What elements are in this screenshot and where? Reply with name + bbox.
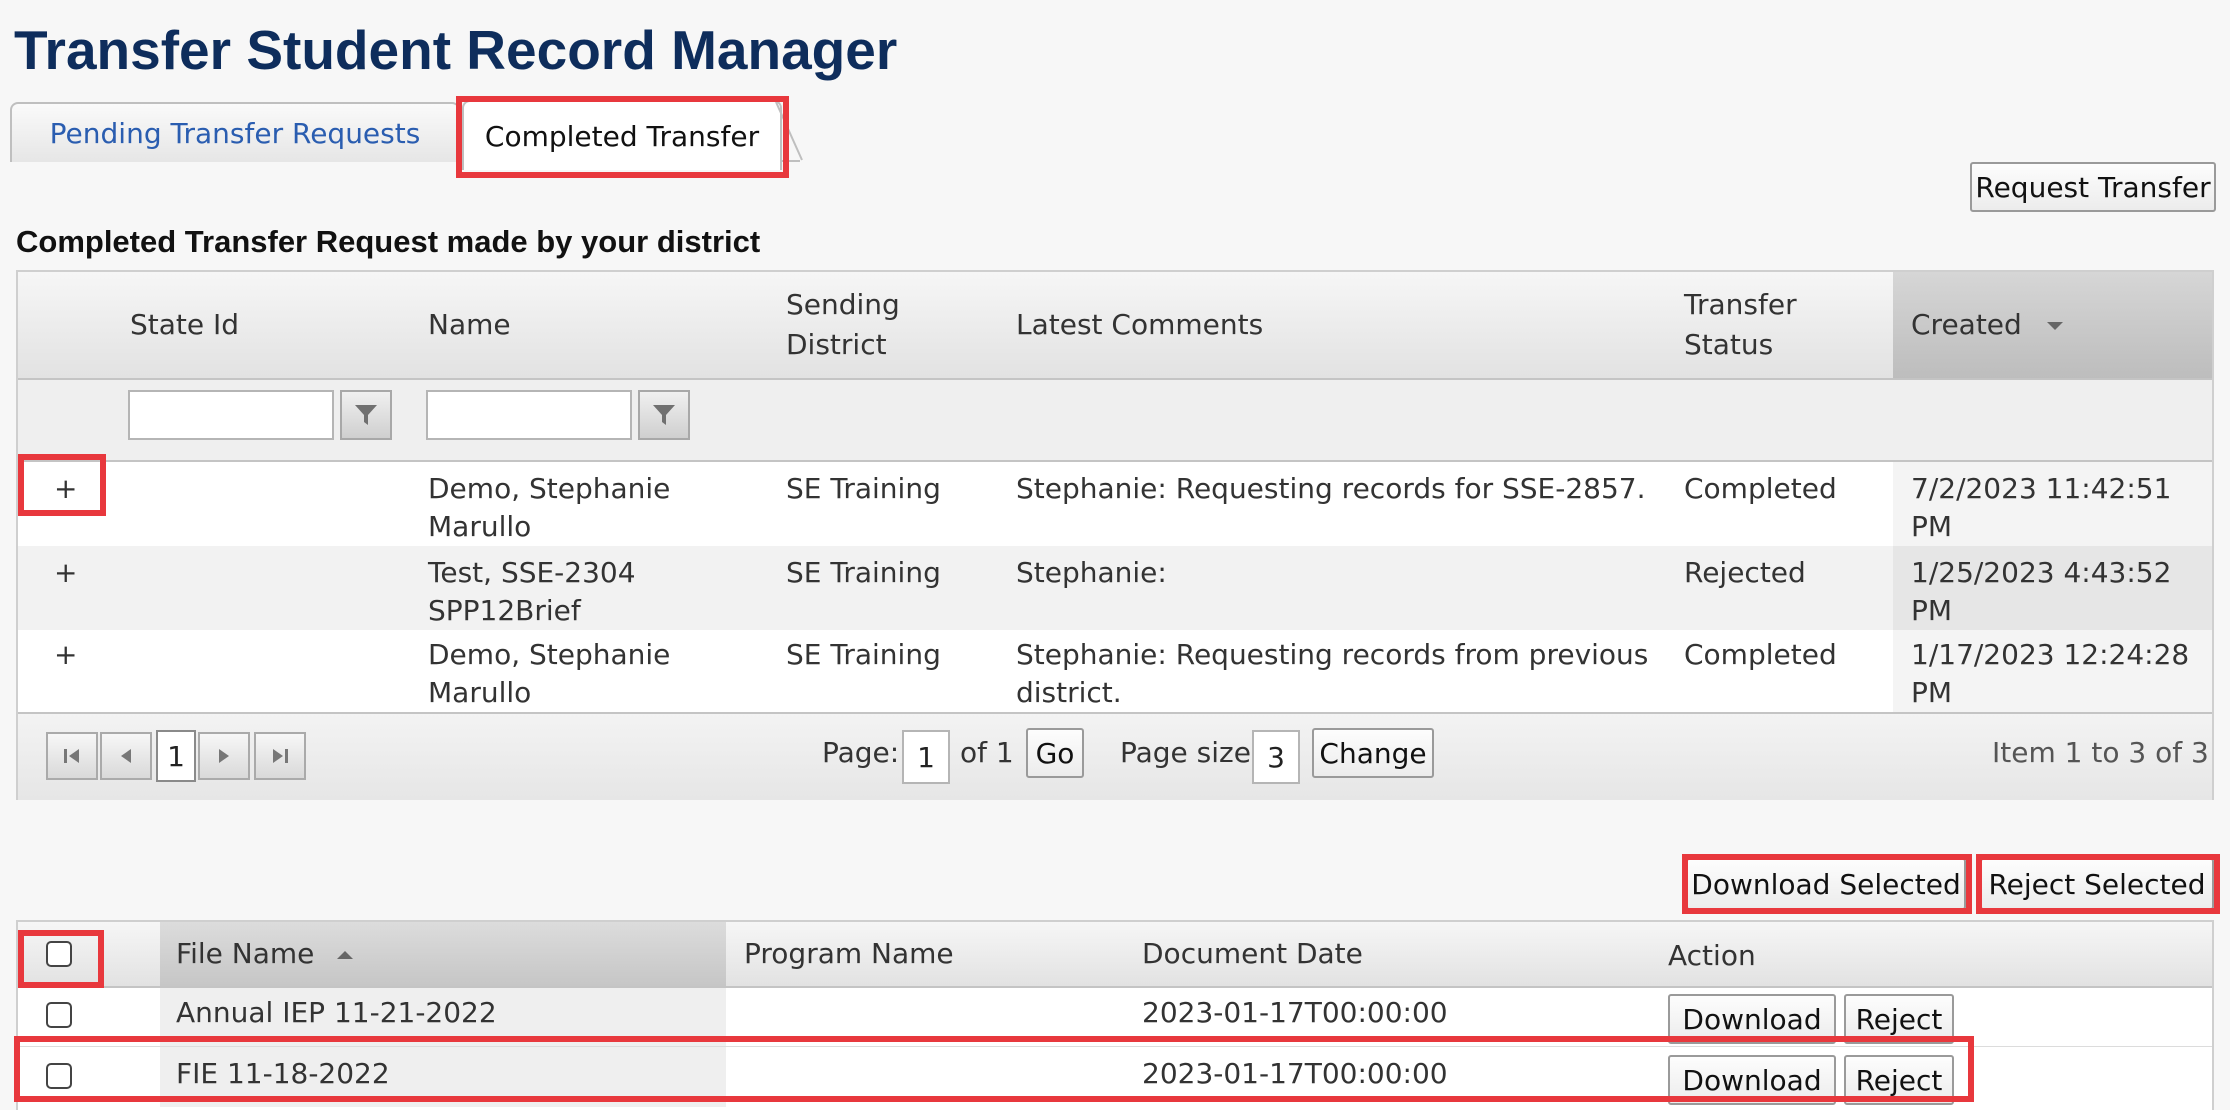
table-row[interactable]: + Test, SSE-2304 SPP12Brief SE Training … xyxy=(18,546,2212,630)
page-size-label: Page size: xyxy=(1120,736,1261,769)
grid-pager: 1 Page: 1 of 1 Go Page size: 3 Change It… xyxy=(18,712,2212,800)
row-created-line1: 1/25/2023 4:43:52 PM xyxy=(1911,556,2172,627)
col-header-action: Action xyxy=(1668,939,1756,972)
row-comment-line1: Stephanie: xyxy=(1016,556,1167,589)
tab-corner-decoration xyxy=(775,101,803,161)
row-file-name: FIE 11-18-2022 xyxy=(176,1057,390,1090)
download-button[interactable]: Download xyxy=(1668,994,1836,1044)
row-comment: Stephanie: Requesting records from previ… xyxy=(1016,636,1648,712)
row-created: 1/17/2023 12:24:28 PM xyxy=(1911,636,2189,712)
row-select-checkbox[interactable] xyxy=(46,1002,72,1028)
row-file-name: Annual IEP 11-21-2022 xyxy=(176,996,497,1029)
row-comment-line1: Stephanie: Requesting records for SSE-28… xyxy=(1016,472,1646,505)
row-created: 1/25/2023 4:43:52 PM xyxy=(1911,554,2212,630)
name-filter-input[interactable] xyxy=(426,390,632,440)
filter-icon[interactable] xyxy=(340,390,392,440)
request-transfer-button[interactable]: Request Transfer xyxy=(1970,162,2216,212)
row-status: Completed xyxy=(1684,472,1837,505)
col-header-file-name-label: File Name xyxy=(176,937,315,970)
reject-selected-button[interactable]: Reject Selected xyxy=(1980,858,2214,910)
row-name: Demo, Stephanie Marullo xyxy=(428,470,670,546)
row-name-line2: SPP12Brief xyxy=(428,594,581,627)
col-header-created-label: Created xyxy=(1911,308,2022,341)
row-district: SE Training xyxy=(786,556,941,589)
col-header-transfer-status-line1: Transfer xyxy=(1684,288,1797,321)
filter-row xyxy=(18,380,2212,462)
expand-row-button[interactable]: + xyxy=(54,470,77,508)
col-header-name[interactable]: Name xyxy=(428,305,511,345)
sort-descending-icon xyxy=(2046,322,2063,330)
change-page-size-button[interactable]: Change xyxy=(1312,728,1434,778)
row-created-line1: 7/2/2023 11:42:51 PM xyxy=(1911,472,2172,543)
grid-header: State Id Name Sending District Latest Co… xyxy=(18,272,2212,380)
table-row[interactable]: FIE 11-18-2022 2023-01-17T00:00:00 Downl… xyxy=(18,1047,2212,1107)
first-page-icon[interactable] xyxy=(46,732,98,780)
current-page-button[interactable]: 1 xyxy=(156,730,196,782)
col-header-state-id[interactable]: State Id xyxy=(130,305,239,345)
download-button[interactable]: Download xyxy=(1668,1055,1836,1105)
table-row[interactable]: + Demo, Stephanie Marullo SE Training St… xyxy=(18,462,2212,546)
col-header-transfer-status-line2: Status xyxy=(1684,328,1774,361)
col-header-transfer-status[interactable]: Transfer Status xyxy=(1684,285,1797,365)
row-document-date: 2023-01-17T00:00:00 xyxy=(1142,1057,1448,1090)
download-selected-button[interactable]: Download Selected xyxy=(1686,858,1966,910)
row-name: Demo, Stephanie Marullo xyxy=(428,636,670,712)
documents-grid: File Name Program Name Document Date Act… xyxy=(16,920,2214,1110)
tab-pending-transfer-requests[interactable]: Pending Transfer Requests xyxy=(10,102,460,162)
row-status: Completed xyxy=(1684,638,1837,671)
row-created: 7/2/2023 11:42:51 PM xyxy=(1911,470,2212,546)
row-created-line2: PM xyxy=(1911,676,1953,709)
page-size-input[interactable]: 3 xyxy=(1252,730,1300,784)
row-select-checkbox[interactable] xyxy=(46,1063,72,1089)
row-district: SE Training xyxy=(786,638,941,671)
row-name-line2: Marullo xyxy=(428,510,532,543)
row-name-line1: Test, SSE-2304 xyxy=(428,556,636,589)
page-label: Page: xyxy=(822,736,900,769)
last-page-icon[interactable] xyxy=(254,732,306,780)
section-title: Completed Transfer Request made by your … xyxy=(16,224,761,259)
state-id-filter-input[interactable] xyxy=(128,390,334,440)
row-comment: Stephanie: Requesting records for SSE-28… xyxy=(1016,470,1646,508)
filter-icon[interactable] xyxy=(638,390,690,440)
col-header-document-date[interactable]: Document Date xyxy=(1142,934,1363,974)
page-title: Transfer Student Record Manager xyxy=(14,19,898,81)
sort-ascending-icon xyxy=(337,951,354,959)
row-created-line1: 1/17/2023 12:24:28 xyxy=(1911,638,2190,671)
item-range-info: Item 1 to 3 of 3 xyxy=(1992,736,2209,769)
row-name-line1: Demo, Stephanie xyxy=(428,472,671,505)
expand-row-button[interactable]: + xyxy=(54,636,77,674)
completed-transfers-grid: State Id Name Sending District Latest Co… xyxy=(16,270,2214,800)
row-district: SE Training xyxy=(786,472,941,505)
col-header-sending-district-line1: Sending xyxy=(786,288,900,321)
next-page-icon[interactable] xyxy=(198,732,250,780)
page-number-input[interactable]: 1 xyxy=(902,730,950,784)
col-header-latest-comments[interactable]: Latest Comments xyxy=(1016,305,1263,345)
expand-row-button[interactable]: + xyxy=(54,554,77,592)
row-comment: Stephanie: xyxy=(1016,554,1167,592)
col-header-sending-district-line2: District xyxy=(786,328,887,361)
page-count-label: of 1 xyxy=(960,736,1014,769)
row-comment-line2: district. xyxy=(1016,676,1122,709)
row-name: Test, SSE-2304 SPP12Brief xyxy=(428,554,636,630)
reject-button[interactable]: Reject xyxy=(1844,1055,1954,1105)
reject-button[interactable]: Reject xyxy=(1844,994,1954,1044)
col-header-created[interactable]: Created xyxy=(1911,305,2065,345)
previous-page-icon[interactable] xyxy=(100,732,152,780)
row-name-line2: Marullo xyxy=(428,676,532,709)
tab-completed-transfer[interactable]: Completed Transfer xyxy=(462,100,782,170)
col-header-sending-district[interactable]: Sending District xyxy=(786,285,900,365)
select-all-checkbox[interactable] xyxy=(46,941,72,967)
col-header-file-name[interactable]: File Name xyxy=(176,934,355,974)
row-name-line1: Demo, Stephanie xyxy=(428,638,671,671)
table-row[interactable]: Annual IEP 11-21-2022 2023-01-17T00:00:0… xyxy=(18,988,2212,1046)
documents-grid-header: File Name Program Name Document Date Act… xyxy=(18,922,2212,988)
row-status: Rejected xyxy=(1684,556,1806,589)
go-button[interactable]: Go xyxy=(1026,728,1084,778)
row-comment-line1: Stephanie: Requesting records from previ… xyxy=(1016,638,1649,671)
row-document-date: 2023-01-17T00:00:00 xyxy=(1142,996,1448,1029)
col-header-program-name[interactable]: Program Name xyxy=(744,934,954,974)
table-row[interactable]: + Demo, Stephanie Marullo SE Training St… xyxy=(18,630,2212,712)
